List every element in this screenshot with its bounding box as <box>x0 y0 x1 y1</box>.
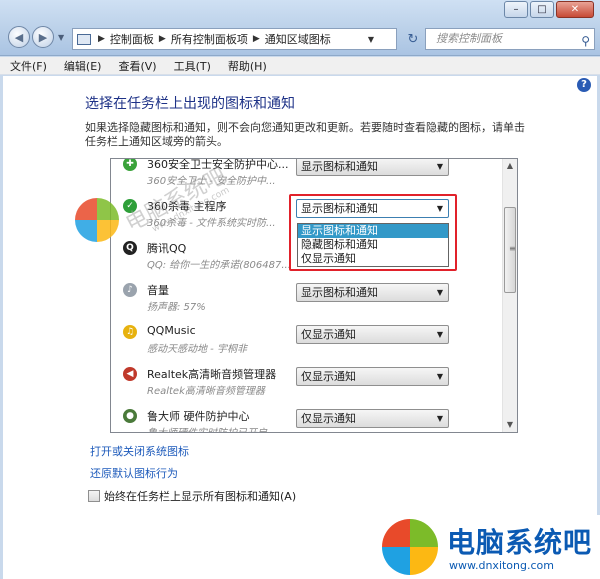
behavior-select[interactable]: 显示图标和通知 ▼ <box>296 283 449 302</box>
address-dropdown-icon[interactable]: ▼ <box>368 35 374 44</box>
behavior-select[interactable]: 显示图标和通知 ▼ <box>296 159 449 176</box>
back-button[interactable]: ◀ <box>8 26 30 48</box>
dropdown-option[interactable]: 隐藏图标和通知 <box>298 238 448 252</box>
chevron-down-icon: ▼ <box>436 414 443 423</box>
item-description: Realtek高清晰音频管理器 <box>147 386 265 397</box>
select-value: 仅显示通知 <box>301 370 356 383</box>
select-value: 显示图标和通知 <box>301 160 378 173</box>
page-title: 选择在任务栏上出现的图标和通知 <box>85 96 295 112</box>
select-value: 仅显示通知 <box>301 328 356 341</box>
behavior-select[interactable]: 仅显示通知 ▼ <box>296 409 449 428</box>
windows-logo-watermark-icon <box>75 198 119 242</box>
breadcrumb-separator-icon[interactable]: ▶ <box>98 34 105 44</box>
item-description: 扬声器: 57% <box>147 302 206 313</box>
refresh-button[interactable]: ↻ <box>403 28 423 50</box>
list-item: ◀ Realtek高清晰音频管理器 Realtek高清晰音频管理器 仅显示通知 ▼ <box>111 363 503 403</box>
menu-file[interactable]: 文件(F) <box>10 58 47 74</box>
breadcrumb-item[interactable]: 所有控制面板项 <box>171 31 248 47</box>
menu-bar: 文件(F) 编辑(E) 查看(V) 工具(T) 帮助(H) <box>0 57 600 75</box>
item-name: 鲁大师 硬件防护中心 <box>147 410 250 423</box>
recent-pages-dropdown-icon[interactable]: ▼ <box>58 33 64 42</box>
show-all-icons-option: 始终在任务栏上显示所有图标和通知(A) <box>88 488 296 504</box>
close-button[interactable]: ✕ <box>556 1 594 18</box>
list-item: ● 鲁大师 硬件防护中心 鲁大师硬件实时防护已开启 仅显示通知 ▼ <box>111 405 503 432</box>
scroll-up-icon[interactable]: ▲ <box>503 159 517 173</box>
page-description: 如果选择隐藏图标和通知，则不会向您通知更改和更新。若要随时查看隐藏的图标，请单击… <box>85 121 525 148</box>
arrow-right-icon: ▶ <box>38 30 48 44</box>
address-bar[interactable]: ▶ 控制面板 ▶ 所有控制面板项 ▶ 通知区域图标 ▼ <box>72 28 397 50</box>
qq-penguin-icon: Q <box>123 241 137 255</box>
item-description: 鲁大师硬件实时防护已开启 <box>147 424 297 432</box>
search-input[interactable]: 搜索控制面板 ⚲ <box>425 28 595 50</box>
item-description: QQ: 给你一生的承诺(806487... <box>147 260 291 271</box>
chevron-down-icon: ▼ <box>436 330 443 339</box>
grip-icon: ≡ <box>509 244 516 253</box>
item-description: 感动天感动地 - 宇桐非 <box>147 344 247 355</box>
search-placeholder: 搜索控制面板 <box>436 32 502 45</box>
refresh-icon: ↻ <box>407 31 419 47</box>
menu-view[interactable]: 查看(V) <box>118 58 156 74</box>
menu-edit[interactable]: 编辑(E) <box>64 58 102 74</box>
content-pane: ? 选择在任务栏上出现的图标和通知 如果选择隐藏图标和通知，则不会向您通知更改和… <box>3 76 597 579</box>
show-all-icons-checkbox[interactable] <box>88 490 100 502</box>
minimize-button[interactable]: – <box>504 1 528 18</box>
nav-buttons: ◀ ▶ ▼ <box>8 26 68 48</box>
select-value: 显示图标和通知 <box>301 202 378 215</box>
title-bar: – □ ✕ ◀ ▶ ▼ ▶ 控制面板 ▶ 所有控制面板项 ▶ 通知区域图标 ▼ … <box>0 0 600 56</box>
select-value: 仅显示通知 <box>301 412 356 425</box>
chevron-down-icon: ▼ <box>436 372 443 381</box>
help-icon[interactable]: ? <box>577 78 591 92</box>
control-panel-icon <box>77 33 91 45</box>
breadcrumb-item[interactable]: 控制面板 <box>110 31 154 47</box>
chevron-down-icon: ▼ <box>436 288 443 297</box>
checkbox-label: 始终在任务栏上显示所有图标和通知(A) <box>104 490 297 503</box>
brand-name: 电脑系统吧 <box>447 526 593 559</box>
brand-url: www.dnxitong.com <box>449 559 554 572</box>
shield-icon: ✚ <box>123 159 137 171</box>
item-name: 音量 <box>147 284 169 297</box>
restore-defaults-link[interactable]: 还原默认图标行为 <box>90 465 178 481</box>
scrollbar-thumb[interactable]: ≡ <box>504 207 516 293</box>
hardware-guard-icon: ● <box>123 409 137 423</box>
audio-manager-icon: ◀ <box>123 367 137 381</box>
chevron-down-icon: ▼ <box>436 162 443 171</box>
menu-help[interactable]: 帮助(H) <box>228 58 267 74</box>
dropdown-option[interactable]: 显示图标和通知 <box>298 224 448 238</box>
list-item: ♫ QQMusic 感动天感动地 - 宇桐非 仅显示通知 ▼ <box>111 321 503 361</box>
search-icon[interactable]: ⚲ <box>581 31 590 51</box>
item-name: QQMusic <box>147 324 196 337</box>
windows-logo-icon <box>382 519 438 575</box>
breadcrumb-separator-icon[interactable]: ▶ <box>159 34 166 44</box>
behavior-dropdown-list[interactable]: 显示图标和通知 隐藏图标和通知 仅显示通知 <box>297 223 449 267</box>
list-item: ♪ 音量 扬声器: 57% 显示图标和通知 ▼ <box>111 279 503 319</box>
system-icons-link[interactable]: 打开或关闭系统图标 <box>90 443 189 459</box>
breadcrumb-separator-icon[interactable]: ▶ <box>253 34 260 44</box>
arrow-left-icon: ◀ <box>14 30 24 44</box>
behavior-select[interactable]: 仅显示通知 ▼ <box>296 325 449 344</box>
music-note-icon: ♫ <box>123 325 137 339</box>
maximize-button[interactable]: □ <box>530 1 554 18</box>
list-scrollbar[interactable]: ▲ ≡ ▼ <box>502 159 517 432</box>
chevron-down-icon: ▼ <box>436 204 443 213</box>
item-name: Realtek高清晰音频管理器 <box>147 368 277 381</box>
behavior-select[interactable]: 显示图标和通知 ▼ <box>296 199 449 218</box>
window-controls: – □ ✕ <box>504 1 594 18</box>
breadcrumb-item[interactable]: 通知区域图标 <box>265 31 331 47</box>
dropdown-option[interactable]: 仅显示通知 <box>298 252 448 266</box>
forward-button[interactable]: ▶ <box>32 26 54 48</box>
speaker-icon: ♪ <box>123 283 137 297</box>
behavior-select[interactable]: 仅显示通知 ▼ <box>296 367 449 386</box>
select-value: 显示图标和通知 <box>301 286 378 299</box>
menu-tools[interactable]: 工具(T) <box>174 58 211 74</box>
brand-watermark: 电脑系统吧 www.dnxitong.com <box>372 515 600 579</box>
item-name: 腾讯QQ <box>147 242 187 255</box>
scroll-down-icon[interactable]: ▼ <box>503 418 517 432</box>
